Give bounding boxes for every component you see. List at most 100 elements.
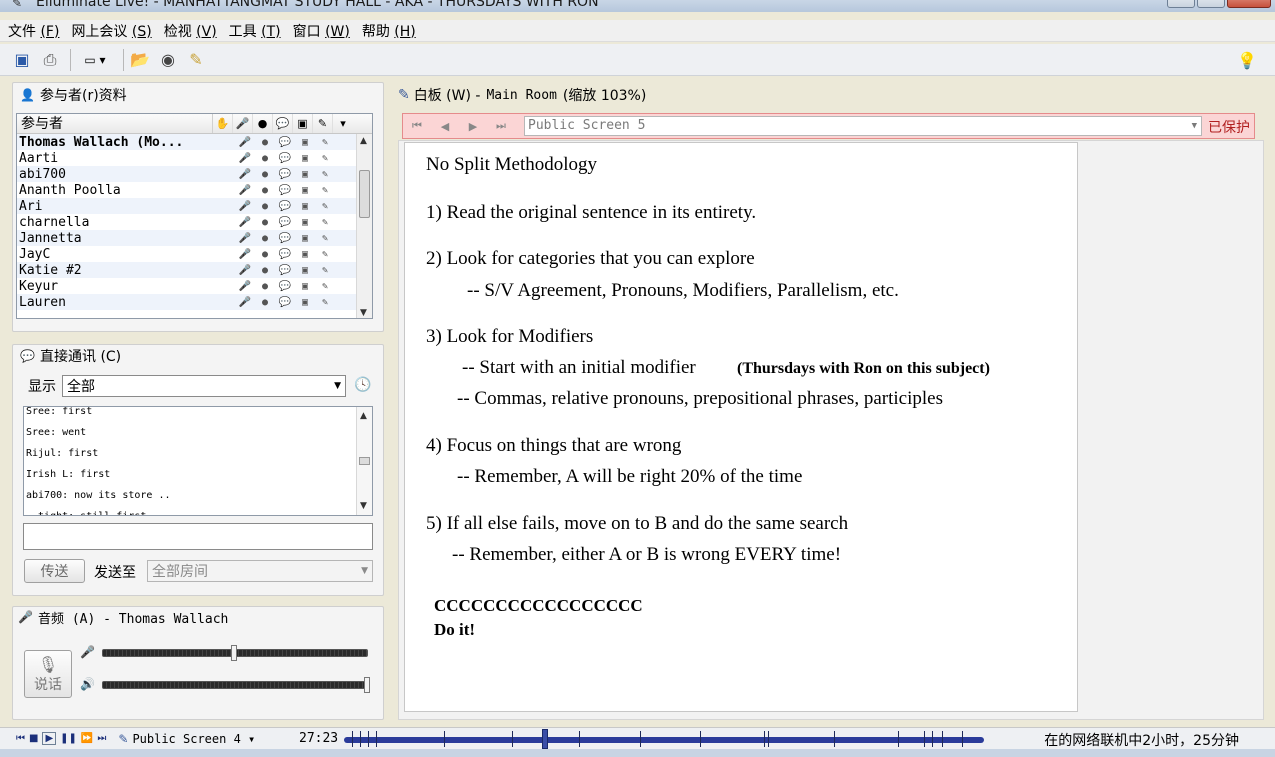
whiteboard-canvas[interactable]: No Split Methodology 1) Read the origina…: [404, 142, 1078, 712]
skip-last-icon[interactable]: ⏭: [97, 733, 106, 744]
clock-icon[interactable]: 🕓: [354, 377, 371, 393]
first-screen-icon[interactable]: ⏮: [403, 119, 431, 133]
menu-file[interactable]: 文件 (F): [8, 21, 59, 41]
column-menu-icon[interactable]: ▾: [333, 114, 353, 133]
chat-filter-value: 全部: [67, 379, 95, 395]
participant-row[interactable]: Jannetta 🎤 ● 💬 ▣ ✎: [17, 230, 372, 246]
chat-log[interactable]: Sree: first Sree: went Rijul: first Iris…: [23, 406, 373, 516]
scroll-down-icon[interactable]: ▼: [360, 501, 367, 511]
scroll-thumb[interactable]: [359, 457, 370, 465]
scroll-up-icon[interactable]: ▲: [360, 411, 367, 421]
participant-row[interactable]: abi700 🎤 ● 💬 ▣ ✎: [17, 166, 372, 182]
menu-session[interactable]: 网上会议 (S): [71, 21, 151, 41]
chat-filter-select[interactable]: 全部 ▼: [62, 375, 346, 397]
play-icon[interactable]: ▶: [42, 732, 57, 745]
participant-name: Aarti: [19, 150, 59, 166]
chat-title: 直接通讯 (C): [40, 349, 122, 365]
participants-scrollbar[interactable]: ▲ ▼: [356, 134, 372, 318]
whiteboard-pen-icon[interactable]: ✎: [313, 114, 333, 133]
toolbar-divider: [123, 48, 124, 71]
minimize-button[interactable]: [1167, 0, 1195, 8]
chat-icon: 💬: [278, 264, 292, 276]
next-screen-icon[interactable]: ▶: [459, 120, 487, 133]
talk-button[interactable]: 🎙 说话: [24, 650, 72, 698]
webcam-icon[interactable]: ◉: [156, 48, 180, 72]
participant-name: abi700: [19, 166, 66, 182]
skip-first-icon[interactable]: ⏮: [16, 733, 25, 744]
send-button[interactable]: 传送: [24, 559, 85, 583]
scroll-up-icon[interactable]: ▲: [360, 136, 367, 146]
participants-list[interactable]: 参与者 ✋ 🎤 ● 💬 ▣ ✎ ▾ Thomas Wallach (Mo... 🎤…: [16, 113, 373, 319]
chat-scrollbar[interactable]: ▲ ▼: [356, 407, 372, 515]
load-file-icon[interactable]: 📂: [128, 48, 152, 72]
notes-icon[interactable]: ✎: [184, 48, 208, 72]
maximize-button[interactable]: [1197, 0, 1225, 8]
mic-volume-handle[interactable]: [231, 645, 237, 661]
menu-window[interactable]: 窗口 (W): [293, 21, 350, 41]
playback-position-marker[interactable]: [542, 729, 549, 749]
video-icon: ●: [261, 152, 269, 164]
participant-row[interactable]: Aarti 🎤 ● 💬 ▣ ✎: [17, 150, 372, 166]
window-bottom-edge: [0, 749, 1275, 757]
video-icon: ●: [261, 248, 269, 260]
previous-screen-icon[interactable]: ◀: [431, 120, 459, 133]
participant-name: JayC: [19, 246, 51, 262]
chat-icon: 💬: [278, 232, 292, 244]
lightbulb-icon[interactable]: 💡: [1235, 48, 1259, 72]
participant-row[interactable]: Katie #2 🎤 ● 💬 ▣ ✎: [17, 262, 372, 278]
whiteboard-pen-icon: ✎: [321, 280, 329, 292]
chat-icon[interactable]: 💬: [273, 114, 293, 133]
microphone-icon[interactable]: 🎤: [233, 114, 253, 133]
chat-bubble-icon: 💬: [20, 349, 35, 363]
whiteboard-pen-icon: ✎: [321, 168, 329, 180]
board-text: -- Remember, either A or B is wrong EVER…: [452, 544, 842, 565]
whiteboard-pen-icon: ✎: [321, 152, 329, 164]
pencil-icon: ✎: [398, 87, 410, 103]
app-share-icon: ▣: [301, 168, 309, 180]
playback-timeline[interactable]: [344, 729, 984, 749]
menu-help[interactable]: 帮助 (H): [362, 21, 416, 41]
board-text: Do it!: [434, 620, 476, 639]
show-label: 显示: [28, 379, 56, 395]
participant-rows: Thomas Wallach (Mo... 🎤 ● 💬 ▣ ✎ Aarti 🎤 ● 💬 ▣ ✎ ab…: [17, 134, 372, 310]
participant-row[interactable]: JayC 🎤 ● 💬 ▣ ✎: [17, 246, 372, 262]
scroll-down-icon[interactable]: ▼: [360, 308, 367, 318]
audio-header: 🎤 音频 (A) - Thomas Wallach: [18, 606, 228, 628]
speaker-volume-slider[interactable]: [102, 681, 368, 689]
chat-input[interactable]: [23, 523, 373, 550]
stop-icon[interactable]: ■: [29, 733, 38, 744]
participants-column-name[interactable]: 参与者: [17, 114, 213, 133]
participant-row[interactable]: Lauren 🎤 ● 💬 ▣ ✎: [17, 294, 372, 310]
participant-row[interactable]: Keyur 🎤 ● 💬 ▣ ✎: [17, 278, 372, 294]
last-screen-icon[interactable]: ⏭: [487, 119, 515, 133]
close-button[interactable]: [1227, 0, 1271, 8]
app-share-icon: ▣: [301, 248, 309, 260]
playback-screen-select[interactable]: Public Screen 4 ▾: [132, 732, 255, 746]
speaker-volume-handle[interactable]: [364, 677, 370, 693]
menu-tools[interactable]: 工具 (T): [229, 21, 281, 41]
whiteboard-pen-icon: ✎: [321, 232, 329, 244]
whiteboard-pen-icon: ✎: [321, 216, 329, 228]
pause-icon[interactable]: ❚❚: [60, 733, 77, 744]
fast-forward-icon[interactable]: ⏩: [81, 733, 93, 744]
participant-row[interactable]: Ananth Poolla 🎤 ● 💬 ▣ ✎: [17, 182, 372, 198]
video-icon: ●: [261, 168, 269, 180]
participant-row[interactable]: Ari 🎤 ● 💬 ▣ ✎: [17, 198, 372, 214]
menu-view[interactable]: 检视 (V): [164, 21, 217, 41]
save-icon[interactable]: ▣: [10, 48, 34, 72]
screen-select[interactable]: Public Screen 5 ▼: [524, 116, 1202, 136]
send-to-select[interactable]: 全部房间 ▼: [147, 560, 373, 582]
scroll-thumb[interactable]: [359, 170, 370, 218]
hand-raise-icon[interactable]: ✋: [213, 114, 233, 133]
board-text: (Thursdays with Ron on this subject): [737, 360, 990, 377]
print-icon[interactable]: ⎙: [38, 48, 62, 72]
participant-name: Keyur: [19, 278, 59, 294]
video-icon[interactable]: ●: [253, 114, 273, 133]
participant-row[interactable]: charnella 🎤 ● 💬 ▣ ✎: [17, 214, 372, 230]
chat-icon: 💬: [278, 280, 292, 292]
title-bar: ✎ Elluminate Live! - MANHATTANGMAT STUDY…: [0, 0, 1275, 12]
layout-dropdown-icon[interactable]: ▭ ▾: [75, 48, 115, 72]
app-share-icon[interactable]: ▣: [293, 114, 313, 133]
chevron-down-icon: ▼: [1191, 121, 1197, 131]
participant-row[interactable]: Thomas Wallach (Mo... 🎤 ● 💬 ▣ ✎: [17, 134, 372, 150]
